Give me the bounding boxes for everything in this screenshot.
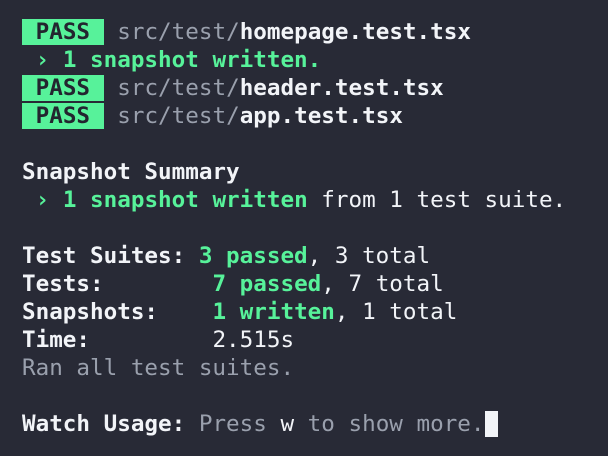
terminal-output: PASS src/test/homepage.test.tsx › 1 snap… bbox=[22, 18, 608, 438]
snapshot-summary-rest: from 1 test suite. bbox=[321, 187, 567, 213]
stat-total: , 7 total bbox=[321, 271, 444, 297]
stat-test-suites: Test Suites: 3 passed, 3 total bbox=[22, 242, 608, 270]
test-result-app: PASS src/test/app.test.tsx bbox=[22, 102, 608, 130]
stat-label: Test Suites: bbox=[22, 243, 186, 269]
watch-usage-key: w bbox=[280, 411, 295, 437]
stat-passed: 7 passed bbox=[212, 271, 322, 297]
stat-tests: Tests: 7 passed, 7 total bbox=[22, 270, 608, 298]
test-file-name: header.test.tsx bbox=[239, 75, 444, 101]
stat-total: , 1 total bbox=[334, 299, 458, 325]
test-file-name: app.test.tsx bbox=[239, 103, 403, 129]
stat-total: , 3 total bbox=[307, 243, 431, 269]
snapshot-summary-highlight: 1 snapshot written bbox=[62, 187, 308, 213]
watch-usage-line: Watch Usage: Press w to show more. bbox=[22, 410, 608, 438]
stat-snapshots: Snapshots: 1 written, 1 total bbox=[22, 298, 608, 326]
test-result-header: PASS src/test/header.test.tsx bbox=[22, 74, 608, 102]
stat-label: Time: bbox=[22, 327, 91, 353]
stat-time-value: 2.515s bbox=[212, 327, 295, 353]
snapshot-summary-title: Snapshot Summary bbox=[22, 159, 240, 185]
chevron-right-icon: › bbox=[35, 187, 50, 213]
test-result-homepage: PASS src/test/homepage.test.tsx bbox=[22, 18, 608, 46]
stat-time: Time: 2.515s bbox=[22, 326, 608, 354]
watch-usage-label: Watch Usage: bbox=[22, 411, 186, 437]
stat-passed: 3 passed bbox=[198, 243, 308, 269]
pass-badge: PASS bbox=[22, 103, 104, 129]
test-file-dir: src/test/ bbox=[117, 19, 240, 45]
watch-usage-prefix: Press bbox=[198, 411, 281, 437]
stat-written: 1 written bbox=[212, 299, 335, 325]
stat-label: Snapshots: bbox=[22, 299, 159, 325]
pass-badge: PASS bbox=[22, 75, 104, 101]
stat-label: Tests: bbox=[22, 271, 104, 297]
test-file-name: homepage.test.tsx bbox=[239, 19, 471, 45]
test-file-dir: src/test/ bbox=[117, 103, 240, 129]
ran-all-message: Ran all test suites. bbox=[22, 355, 295, 381]
test-file-dir: src/test/ bbox=[117, 75, 240, 101]
watch-usage-suffix: to show more. bbox=[294, 411, 485, 437]
snapshot-summary-line: › 1 snapshot written from 1 test suite. bbox=[22, 186, 608, 214]
snapshot-written-note: › 1 snapshot written. bbox=[35, 47, 322, 73]
pass-badge: PASS bbox=[22, 19, 104, 45]
terminal-cursor[interactable] bbox=[484, 411, 498, 437]
